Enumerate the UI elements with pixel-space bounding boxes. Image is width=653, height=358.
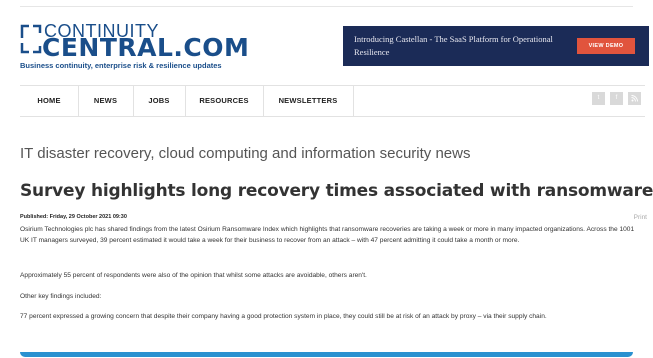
view-demo-button[interactable]: VIEW DEMO xyxy=(577,38,635,54)
nav-item-resources[interactable]: RESOURCES xyxy=(185,86,263,116)
nav-divider xyxy=(353,86,354,116)
logo-bracket-icon xyxy=(20,24,42,54)
section-title: IT disaster recovery, cloud computing an… xyxy=(20,145,471,162)
nav-item-newsletters[interactable]: NEWSLETTERS xyxy=(263,86,353,116)
logo-main-text: CENTRAL.COM xyxy=(42,33,250,62)
top-divider xyxy=(20,6,633,7)
twitter-icon[interactable]: t xyxy=(592,92,605,105)
content-bottom-bar xyxy=(20,352,633,357)
article-paragraph: Other key findings included: xyxy=(20,293,102,300)
published-date: Published: Friday, 29 October 2021 09:30 xyxy=(20,214,127,220)
ad-text: Introducing Castellan - The SaaS Platfor… xyxy=(354,34,553,57)
nav-item-news[interactable]: NEWS xyxy=(78,86,133,116)
facebook-icon[interactable]: f xyxy=(610,92,623,105)
article-paragraph: Osirium Technologies plc has shared find… xyxy=(20,226,635,244)
logo-tagline: Business continuity, enterprise risk & r… xyxy=(20,61,222,70)
nav-item-jobs[interactable]: JOBS xyxy=(133,86,185,116)
article-paragraph: 77 percent expressed a growing concern t… xyxy=(20,313,547,320)
article-headline: Survey highlights long recovery times as… xyxy=(20,181,653,201)
print-link[interactable]: Print xyxy=(634,214,647,221)
rss-glyph xyxy=(631,95,638,102)
rss-icon[interactable] xyxy=(628,92,641,105)
site-logo[interactable]: CONTINUITY CENTRAL.COM Business continui… xyxy=(20,22,250,70)
main-nav: HOME NEWS JOBS RESOURCES NEWSLETTERS t f xyxy=(20,85,645,117)
article-paragraph: Approximately 55 percent of respondents … xyxy=(20,272,367,279)
ad-banner[interactable]: Introducing Castellan - The SaaS Platfor… xyxy=(343,26,649,66)
nav-item-home[interactable]: HOME xyxy=(20,86,78,116)
